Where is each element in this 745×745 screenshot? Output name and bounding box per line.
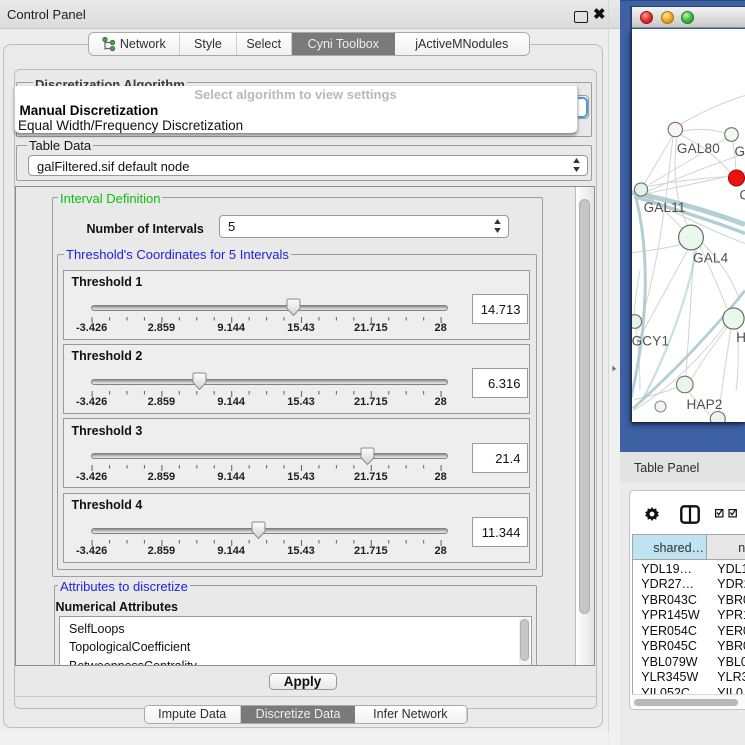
svg-text:HAP2: HAP2	[687, 397, 723, 412]
svg-text:CY: CY	[739, 187, 745, 202]
svg-text:GAL80: GAL80	[677, 140, 720, 155]
svg-text:GA: GA	[735, 144, 745, 159]
svg-text:GAL4: GAL4	[693, 250, 729, 265]
svg-text:GCY1: GCY1	[632, 333, 669, 348]
svg-text:GAL11: GAL11	[644, 200, 686, 215]
svg-text:H: H	[736, 330, 745, 345]
